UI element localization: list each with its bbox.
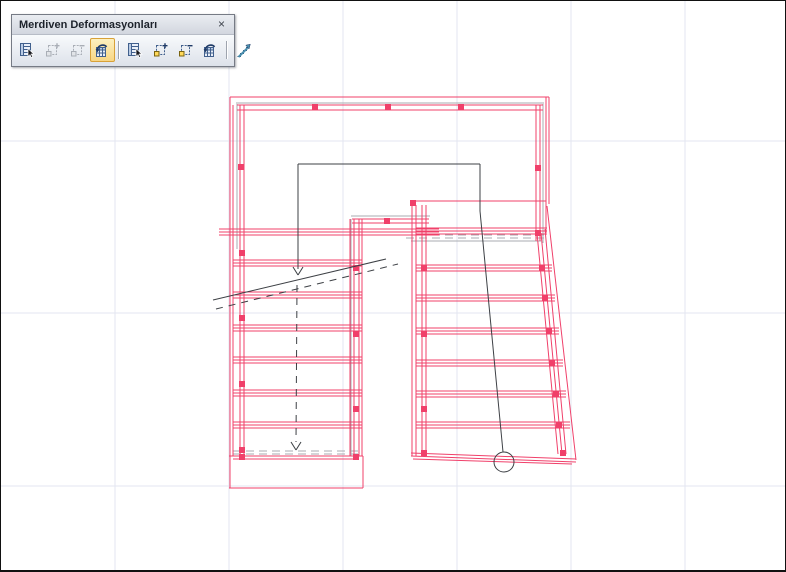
walk-lines bbox=[212, 163, 515, 473]
toolbar-button-table-rotate[interactable] bbox=[198, 38, 223, 62]
close-icon[interactable]: × bbox=[214, 17, 229, 32]
toolbar-button-cell-add[interactable] bbox=[148, 38, 173, 62]
shadow-lines bbox=[233, 102, 544, 456]
app-window: Merdiven Deformasyonları × bbox=[0, 0, 786, 572]
toolbar-button-cell-add[interactable] bbox=[40, 38, 65, 62]
stair-structure-red bbox=[219, 96, 577, 489]
floating-panel: Merdiven Deformasyonları × bbox=[11, 14, 251, 67]
panel-title: Merdiven Deformasyonları bbox=[19, 18, 158, 31]
toolbar-button-cell-remove[interactable] bbox=[173, 38, 198, 62]
grid-lines bbox=[1, 1, 785, 570]
drawing-canvas[interactable] bbox=[1, 1, 785, 570]
toolbar-separator bbox=[226, 41, 228, 59]
toolbar-button-stairs[interactable] bbox=[231, 38, 256, 62]
panel-titlebar[interactable]: Merdiven Deformasyonları × bbox=[12, 15, 234, 35]
toolbar-button-table-rotate[interactable] bbox=[90, 38, 115, 62]
toolbar-button-cell-remove[interactable] bbox=[65, 38, 90, 62]
toolbar bbox=[12, 35, 251, 66]
toolbar-separator bbox=[118, 41, 120, 59]
toolbar-button-table-cursor[interactable] bbox=[15, 38, 40, 62]
toolbar-button-table-cursor[interactable] bbox=[123, 38, 148, 62]
